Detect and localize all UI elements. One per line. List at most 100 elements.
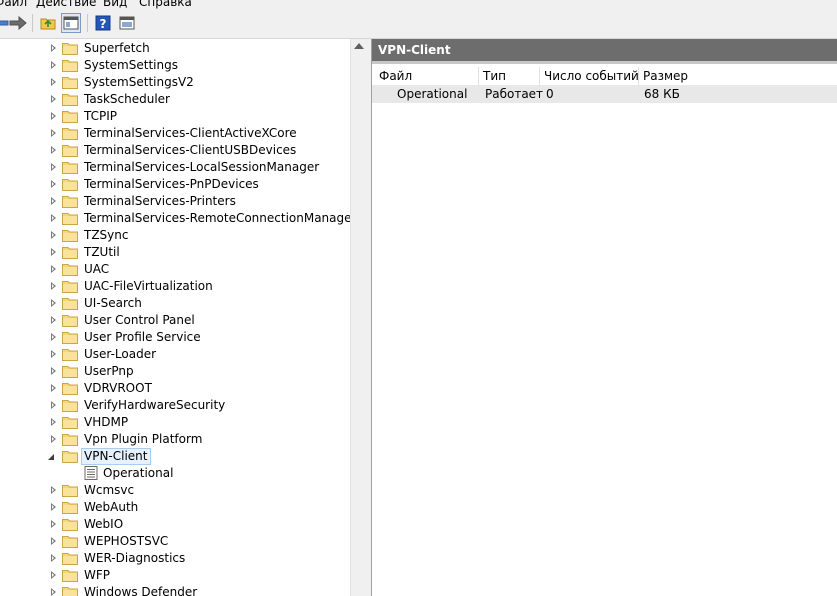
tree-item[interactable]: Superfetch	[0, 40, 350, 57]
tree-item[interactable]: Wcmsvc	[0, 482, 350, 499]
expand-arrow-icon[interactable]	[51, 503, 56, 511]
expand-arrow-icon[interactable]	[51, 146, 56, 154]
tree-item-label: UAC-FileVirtualization	[84, 279, 213, 293]
tree-item[interactable]: TerminalServices-Printers	[0, 193, 350, 210]
tree-item-label: WEPHOSTSVC	[84, 534, 169, 548]
tree-item[interactable]: TerminalServices-RemoteConnectionManager	[0, 210, 350, 227]
tree-item-label: UAC	[84, 262, 110, 276]
tree-item[interactable]: UI-Search	[0, 295, 350, 312]
tree-item[interactable]: UAC	[0, 261, 350, 278]
expand-arrow-icon[interactable]	[51, 95, 56, 103]
tree-vertical-scrollbar[interactable]	[350, 39, 367, 596]
column-header-file[interactable]: Файл	[375, 67, 479, 85]
tree-item[interactable]: UserPnp	[0, 363, 350, 380]
tree-item[interactable]: SystemSettingsV2	[0, 74, 350, 91]
expand-arrow-icon[interactable]	[51, 384, 56, 392]
table-row[interactable]: Operational Работает 0 68 КБ	[372, 85, 837, 103]
menu-file[interactable]: Файл	[0, 0, 27, 10]
expand-arrow-icon[interactable]	[51, 248, 56, 256]
folder-icon	[62, 297, 78, 310]
expand-arrow-icon[interactable]	[51, 299, 56, 307]
tree-item[interactable]: SystemSettings	[0, 57, 350, 74]
tree-item[interactable]: UAC-FileVirtualization	[0, 278, 350, 295]
tree-item-label: TZSync	[84, 228, 129, 242]
expand-arrow-icon[interactable]	[51, 418, 56, 426]
help-button[interactable]: ?	[93, 13, 113, 33]
column-header-size[interactable]: Размер	[639, 67, 837, 85]
expand-arrow-icon[interactable]	[51, 44, 56, 52]
console-tree[interactable]: Superfetch SystemSettings SystemSettingsV2…	[0, 39, 350, 596]
tree-item[interactable]: Windows Defender	[0, 584, 350, 596]
tree-item[interactable]: WebIO	[0, 516, 350, 533]
expand-arrow-icon[interactable]	[51, 401, 56, 409]
tree-item[interactable]: VDRVROOT	[0, 380, 350, 397]
folder-icon	[62, 110, 78, 123]
menu-action[interactable]: Действие	[36, 0, 96, 10]
folder-icon	[62, 161, 78, 174]
expand-arrow-icon[interactable]	[51, 520, 56, 528]
expand-arrow-icon[interactable]	[51, 537, 56, 545]
tree-item[interactable]: WER-Diagnostics	[0, 550, 350, 567]
column-header-event-count[interactable]: Число событий	[540, 67, 639, 85]
tree-item[interactable]: TZUtil	[0, 244, 350, 261]
tree-item[interactable]: VerifyHardwareSecurity	[0, 397, 350, 414]
tree-item[interactable]: TerminalServices-LocalSessionManager	[0, 159, 350, 176]
up-level-button[interactable]	[38, 13, 58, 33]
properties-button[interactable]	[117, 13, 137, 33]
folder-icon	[62, 212, 78, 225]
folder-icon	[62, 348, 78, 361]
tree-item[interactable]: TerminalServices-ClientUSBDevices	[0, 142, 350, 159]
tree-item[interactable]: WFP	[0, 567, 350, 584]
tree-item[interactable]: User Profile Service	[0, 329, 350, 346]
tree-item-label: TerminalServices-PnPDevices	[84, 177, 259, 191]
expand-arrow-icon[interactable]	[51, 129, 56, 137]
tree-item[interactable]: TerminalServices-ClientActiveXCore	[0, 125, 350, 142]
folder-icon	[62, 76, 78, 89]
expand-arrow-icon[interactable]	[51, 231, 56, 239]
expand-arrow-icon[interactable]	[51, 214, 56, 222]
tree-item[interactable]: User-Loader	[0, 346, 350, 363]
expand-arrow-icon[interactable]	[51, 316, 56, 324]
details-title-bar: VPN-Client	[372, 39, 837, 61]
expand-arrow-icon[interactable]	[51, 163, 56, 171]
expand-arrow-icon[interactable]	[51, 350, 56, 358]
tree-item-label: TCPIP	[84, 109, 118, 123]
tree-item[interactable]: VHDMP	[0, 414, 350, 431]
expand-arrow-icon[interactable]	[51, 486, 56, 494]
tree-item[interactable]: User Control Panel	[0, 312, 350, 329]
expand-arrow-icon[interactable]	[51, 588, 56, 596]
expand-arrow-icon[interactable]	[51, 180, 56, 188]
expand-arrow-icon[interactable]	[51, 78, 56, 86]
tree-item[interactable]: TZSync	[0, 227, 350, 244]
tree-item[interactable]: TerminalServices-PnPDevices	[0, 176, 350, 193]
tree-item[interactable]: VPN-Client	[0, 448, 350, 465]
expand-arrow-icon[interactable]	[51, 265, 56, 273]
menu-help[interactable]: Справка	[139, 0, 192, 10]
tree-item[interactable]: TaskScheduler	[0, 91, 350, 108]
expand-arrow-icon[interactable]	[51, 571, 56, 579]
scroll-up-arrow-icon[interactable]	[354, 43, 364, 49]
expand-arrow-icon[interactable]	[51, 61, 56, 69]
show-hide-tree-button[interactable]	[61, 13, 81, 33]
tree-item-child[interactable]: Operational	[0, 465, 350, 482]
folder-icon	[62, 195, 78, 208]
expand-arrow-icon[interactable]	[51, 112, 56, 120]
toolbar-separator	[32, 14, 33, 32]
expand-arrow-icon[interactable]	[51, 435, 56, 443]
menu-view[interactable]: Вид	[103, 0, 127, 10]
tree-item[interactable]: WEPHOSTSVC	[0, 533, 350, 550]
cell-file: Operational	[397, 87, 468, 101]
expand-arrow-icon[interactable]	[51, 554, 56, 562]
tree-item-label: WebAuth	[84, 500, 139, 514]
expand-arrow-icon[interactable]	[51, 282, 56, 290]
tree-item[interactable]: TCPIP	[0, 108, 350, 125]
collapse-arrow-icon[interactable]	[48, 454, 54, 460]
expand-arrow-icon[interactable]	[51, 367, 56, 375]
tree-item[interactable]: Vpn Plugin Platform	[0, 431, 350, 448]
tree-item-label: Superfetch	[84, 41, 150, 55]
expand-arrow-icon[interactable]	[51, 197, 56, 205]
forward-button[interactable]	[8, 13, 28, 33]
column-header-type[interactable]: Тип	[479, 67, 540, 85]
expand-arrow-icon[interactable]	[51, 333, 56, 341]
tree-item[interactable]: WebAuth	[0, 499, 350, 516]
